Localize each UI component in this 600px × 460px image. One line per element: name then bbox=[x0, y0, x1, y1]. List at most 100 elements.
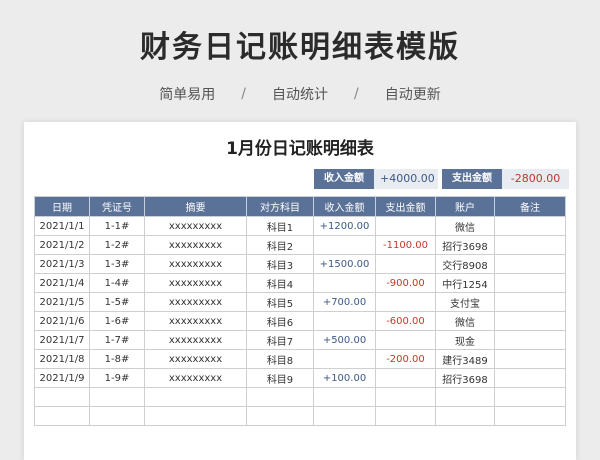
cell-account[interactable]: 微信 bbox=[435, 311, 495, 331]
cell-summary[interactable]: xxxxxxxxx bbox=[144, 330, 247, 350]
cell-voucher[interactable]: 1-7# bbox=[89, 330, 145, 350]
cell-date[interactable]: 2021/1/9 bbox=[34, 368, 90, 388]
cell-expense[interactable] bbox=[375, 387, 436, 407]
cell-summary[interactable]: xxxxxxxxx bbox=[144, 368, 247, 388]
cell-expense[interactable]: -200.00 bbox=[375, 349, 436, 369]
cell-income[interactable]: +1200.00 bbox=[313, 216, 376, 236]
cell-note[interactable] bbox=[494, 330, 566, 350]
cell-expense[interactable] bbox=[375, 216, 436, 236]
cell-note[interactable] bbox=[494, 273, 566, 293]
cell-income[interactable]: +100.00 bbox=[313, 368, 376, 388]
cell-voucher[interactable] bbox=[89, 387, 145, 407]
cell-date[interactable]: 2021/1/1 bbox=[34, 216, 90, 236]
cell-summary[interactable] bbox=[144, 406, 247, 426]
table-row: 2021/1/5 1-5# xxxxxxxxx 科目5 +700.00 支付宝 bbox=[34, 292, 566, 312]
cell-subject[interactable]: 科目1 bbox=[246, 216, 314, 236]
col-header-subject[interactable]: 对方科目 bbox=[246, 196, 314, 217]
cell-voucher[interactable]: 1-8# bbox=[89, 349, 145, 369]
cell-account[interactable]: 中行1254 bbox=[435, 273, 495, 293]
cell-note[interactable] bbox=[494, 311, 566, 331]
col-header-income[interactable]: 收入金额 bbox=[313, 196, 376, 217]
cell-note[interactable] bbox=[494, 292, 566, 312]
cell-summary[interactable]: xxxxxxxxx bbox=[144, 235, 247, 255]
cell-subject[interactable]: 科目5 bbox=[246, 292, 314, 312]
cell-summary[interactable] bbox=[144, 387, 247, 407]
cell-expense[interactable] bbox=[375, 406, 436, 426]
cell-summary[interactable]: xxxxxxxxx bbox=[144, 216, 247, 236]
cell-subject[interactable]: 科目9 bbox=[246, 368, 314, 388]
cell-income[interactable] bbox=[313, 387, 376, 407]
cell-date[interactable]: 2021/1/3 bbox=[34, 254, 90, 274]
col-header-note[interactable]: 备注 bbox=[494, 196, 566, 217]
cell-income[interactable] bbox=[313, 349, 376, 369]
cell-income[interactable]: +1500.00 bbox=[313, 254, 376, 274]
cell-income[interactable] bbox=[313, 235, 376, 255]
col-header-voucher[interactable]: 凭证号 bbox=[89, 196, 145, 217]
cell-income[interactable] bbox=[313, 311, 376, 331]
cell-subject[interactable]: 科目4 bbox=[246, 273, 314, 293]
cell-date[interactable]: 2021/1/6 bbox=[34, 311, 90, 331]
cell-account[interactable]: 建行3489 bbox=[435, 349, 495, 369]
cell-voucher[interactable]: 1-5# bbox=[89, 292, 145, 312]
cell-date[interactable] bbox=[34, 406, 90, 426]
col-header-summary[interactable]: 摘要 bbox=[144, 196, 247, 217]
cell-date[interactable]: 2021/1/7 bbox=[34, 330, 90, 350]
cell-income[interactable] bbox=[313, 406, 376, 426]
cell-note[interactable] bbox=[494, 368, 566, 388]
cell-summary[interactable]: xxxxxxxxx bbox=[144, 311, 247, 331]
cell-note[interactable] bbox=[494, 406, 566, 426]
cell-account[interactable]: 招行3698 bbox=[435, 235, 495, 255]
cell-subject[interactable]: 科目8 bbox=[246, 349, 314, 369]
cell-expense[interactable] bbox=[375, 368, 436, 388]
cell-account[interactable]: 招行3698 bbox=[435, 368, 495, 388]
cell-subject[interactable]: 科目7 bbox=[246, 330, 314, 350]
cell-expense[interactable]: -900.00 bbox=[375, 273, 436, 293]
cell-expense[interactable] bbox=[375, 292, 436, 312]
cell-summary[interactable]: xxxxxxxxx bbox=[144, 292, 247, 312]
col-header-expense[interactable]: 支出金额 bbox=[375, 196, 436, 217]
col-header-date[interactable]: 日期 bbox=[34, 196, 90, 217]
col-header-account[interactable]: 账户 bbox=[435, 196, 495, 217]
cell-income[interactable] bbox=[313, 273, 376, 293]
expense-total-value[interactable]: -2800.00 bbox=[502, 169, 569, 189]
cell-date[interactable]: 2021/1/2 bbox=[34, 235, 90, 255]
cell-subject[interactable]: 科目3 bbox=[246, 254, 314, 274]
cell-date[interactable]: 2021/1/5 bbox=[34, 292, 90, 312]
cell-account[interactable]: 现金 bbox=[435, 330, 495, 350]
cell-note[interactable] bbox=[494, 387, 566, 407]
income-total-value[interactable]: +4000.00 bbox=[374, 169, 438, 189]
cell-voucher[interactable]: 1-6# bbox=[89, 311, 145, 331]
cell-date[interactable] bbox=[34, 387, 90, 407]
cell-expense[interactable]: -600.00 bbox=[375, 311, 436, 331]
cell-account[interactable]: 支付宝 bbox=[435, 292, 495, 312]
cell-subject[interactable] bbox=[246, 406, 314, 426]
ledger-sheet: 1月份日记账明细表 收入金额 +4000.00 支出金额 -2800.00 日期… bbox=[24, 122, 576, 460]
cell-subject[interactable]: 科目2 bbox=[246, 235, 314, 255]
cell-summary[interactable]: xxxxxxxxx bbox=[144, 254, 247, 274]
cell-note[interactable] bbox=[494, 349, 566, 369]
cell-account[interactable] bbox=[435, 406, 495, 426]
cell-voucher[interactable]: 1-1# bbox=[89, 216, 145, 236]
cell-income[interactable]: +500.00 bbox=[313, 330, 376, 350]
cell-date[interactable]: 2021/1/8 bbox=[34, 349, 90, 369]
cell-account[interactable] bbox=[435, 387, 495, 407]
cell-expense[interactable] bbox=[375, 330, 436, 350]
cell-summary[interactable]: xxxxxxxxx bbox=[144, 349, 247, 369]
cell-summary[interactable]: xxxxxxxxx bbox=[144, 273, 247, 293]
cell-note[interactable] bbox=[494, 235, 566, 255]
cell-voucher[interactable]: 1-3# bbox=[89, 254, 145, 274]
cell-voucher[interactable]: 1-4# bbox=[89, 273, 145, 293]
cell-voucher[interactable]: 1-2# bbox=[89, 235, 145, 255]
cell-expense[interactable] bbox=[375, 254, 436, 274]
cell-account[interactable]: 微信 bbox=[435, 216, 495, 236]
cell-expense[interactable]: -1100.00 bbox=[375, 235, 436, 255]
cell-voucher[interactable]: 1-9# bbox=[89, 368, 145, 388]
cell-subject[interactable] bbox=[246, 387, 314, 407]
cell-note[interactable] bbox=[494, 216, 566, 236]
cell-account[interactable]: 交行8908 bbox=[435, 254, 495, 274]
cell-date[interactable]: 2021/1/4 bbox=[34, 273, 90, 293]
cell-income[interactable]: +700.00 bbox=[313, 292, 376, 312]
cell-note[interactable] bbox=[494, 254, 566, 274]
cell-subject[interactable]: 科目6 bbox=[246, 311, 314, 331]
cell-voucher[interactable] bbox=[89, 406, 145, 426]
